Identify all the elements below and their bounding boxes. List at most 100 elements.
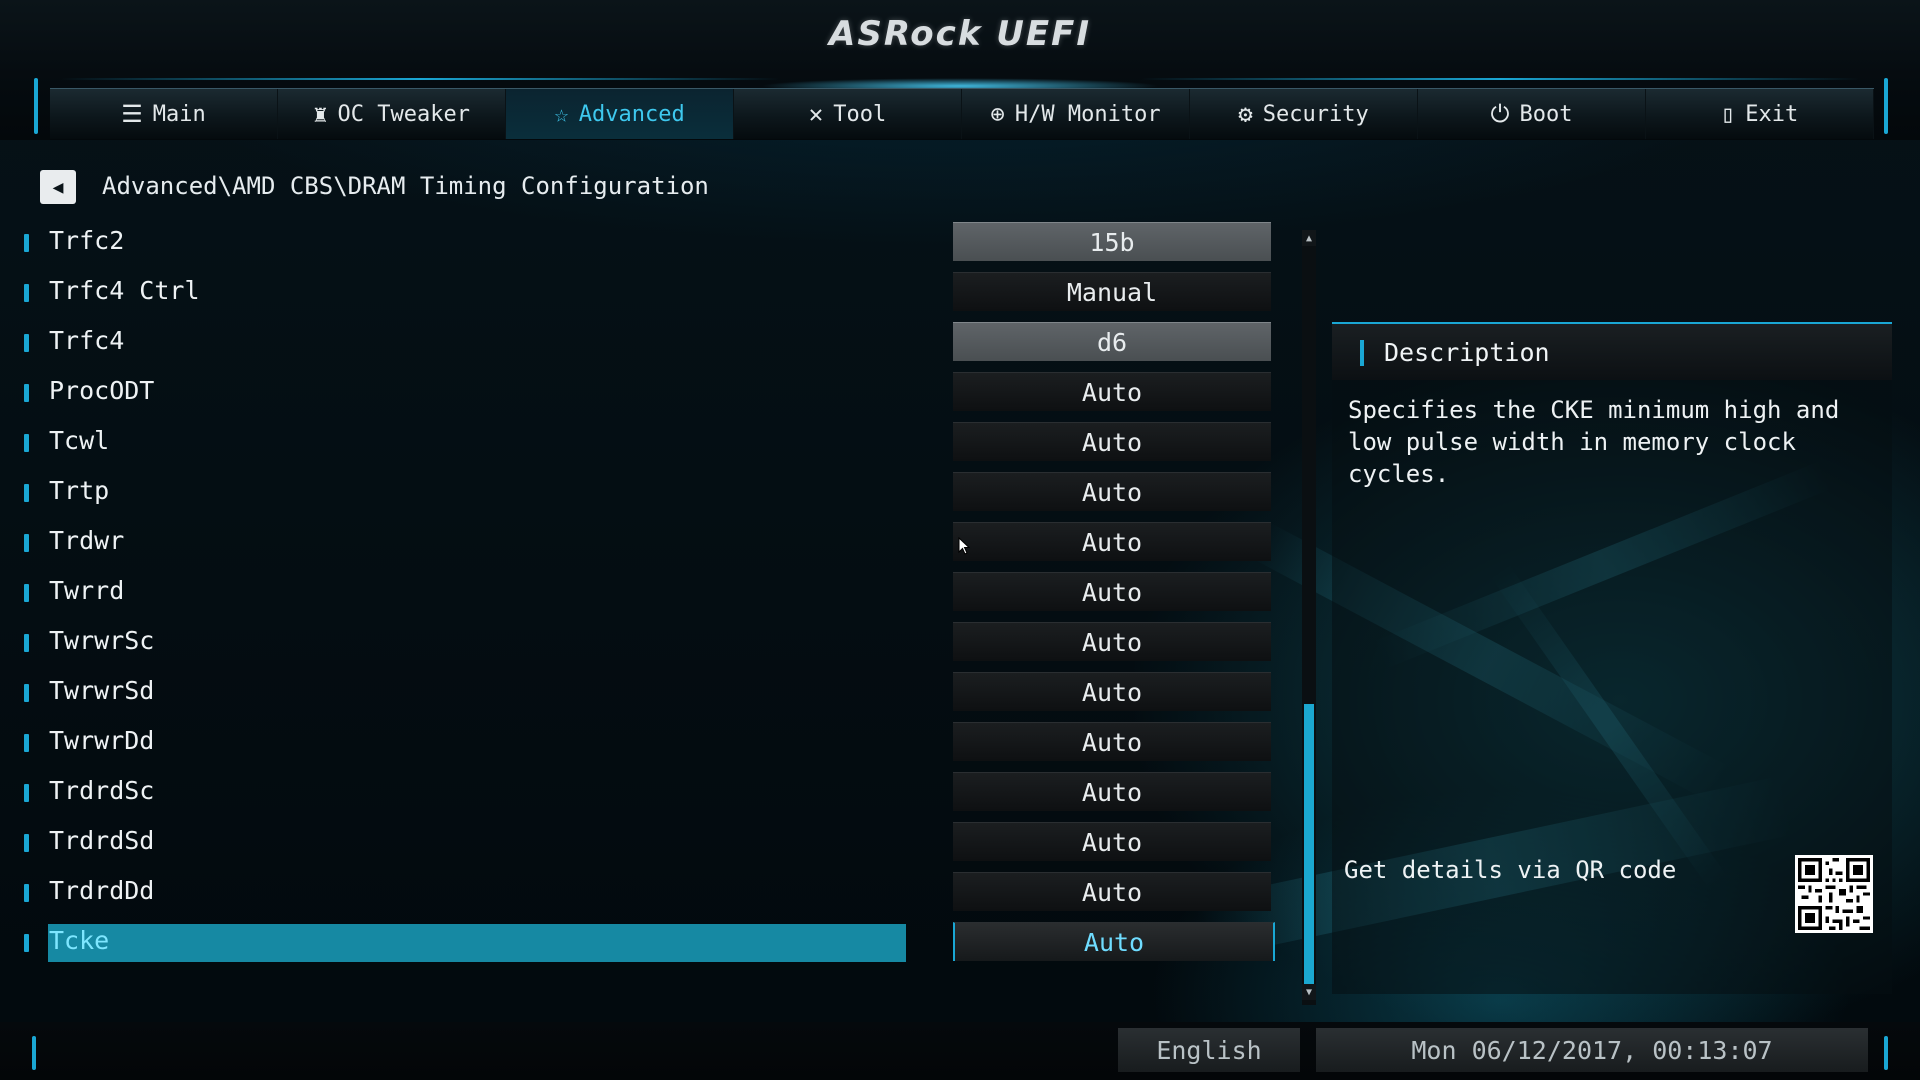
setting-value-dropdown[interactable]: Auto [953,472,1271,511]
scroll-down-arrow-icon[interactable]: ▼ [1302,984,1316,1000]
setting-row-tcke-selected[interactable]: Tcke Auto [0,922,1300,962]
row-marker [24,584,29,602]
asrock-uefi-logo: ASRock UEFI [829,14,1091,54]
footer-left-accent [32,1036,36,1070]
setting-value-dropdown[interactable]: Auto [953,922,1275,961]
setting-label: Tcwl [49,426,110,455]
setting-value-dropdown[interactable]: Auto [953,822,1271,861]
description-header: Description [1332,322,1892,380]
right-accent-bar [1884,78,1888,134]
setting-label: Trfc2 [49,226,125,255]
qr-code-icon [1795,855,1873,933]
setting-row-trfc4[interactable]: Trfc4 d6 [0,322,1300,362]
setting-label: TrdrdSd [49,826,155,855]
shield-icon: ⚙ [1238,100,1253,128]
tab-advanced[interactable]: ☆ Advanced [506,89,734,139]
setting-row-twrwrsc[interactable]: TwrwrSc Auto [0,622,1300,662]
tab-label: Security [1262,101,1369,127]
mouse-cursor-icon [958,537,970,555]
row-marker [24,784,29,802]
setting-row-twrwrsd[interactable]: TwrwrSd Auto [0,672,1300,712]
setting-value-dropdown[interactable]: Auto [953,722,1271,761]
setting-row-procodt[interactable]: ProcODT Auto [0,372,1300,412]
tab-label: OC Tweaker [337,101,470,127]
setting-value-dropdown[interactable]: Manual [953,272,1271,311]
setting-row-tcwl[interactable]: Tcwl Auto [0,422,1300,462]
setting-row-twrwrdd[interactable]: TwrwrDd Auto [0,722,1300,762]
row-marker [24,484,29,502]
row-marker [24,334,29,352]
row-marker [24,684,29,702]
wrench-icon: ✕ [808,100,824,128]
setting-row-twrrd[interactable]: Twrrd Auto [0,572,1300,612]
row-marker [24,234,29,252]
setting-label: Trtp [49,476,110,505]
setting-value-dropdown[interactable]: Auto [953,372,1271,411]
setting-label: TwrwrSc [49,626,155,655]
row-marker [24,884,29,902]
row-marker [24,734,29,752]
setting-label: Twrrd [49,576,125,605]
tab-oc-tweaker[interactable]: ♜ OC Tweaker [278,89,506,139]
star-icon: ☆ [554,100,569,128]
setting-label: TwrwrDd [49,726,155,755]
tab-security[interactable]: ⚙ Security [1190,89,1418,139]
setting-value-dropdown[interactable]: Auto [953,422,1271,461]
exit-door-icon: ▯ [1720,100,1736,128]
tab-hw-monitor[interactable]: ⊕ H/W Monitor [962,89,1190,139]
power-icon: ⏻ [1490,100,1510,128]
setting-label: ProcODT [49,376,155,405]
setting-row-trfc2[interactable]: Trfc2 15b [0,222,1300,262]
header-accent [1360,340,1364,366]
setting-value-dropdown[interactable]: Auto [953,872,1271,911]
arrow-left-icon: ◀ [52,176,64,198]
datetime-display: Mon 06/12/2017, 00:13:07 [1316,1028,1868,1072]
back-button[interactable]: ◀ [40,170,76,204]
description-title: Description [1384,338,1550,367]
tab-boot[interactable]: ⏻ Boot [1418,89,1646,139]
setting-label: Trdwr [49,526,125,555]
setting-value-field[interactable]: 15b [953,222,1271,261]
scroll-up-arrow-icon[interactable]: ▲ [1302,230,1316,246]
selection-highlight [48,924,906,962]
language-button[interactable]: English [1118,1028,1300,1072]
scrollbar-thumb[interactable] [1304,704,1314,988]
setting-row-trdrddd[interactable]: TrdrdDd Auto [0,872,1300,912]
footer-right-accent [1884,1036,1888,1070]
row-marker [24,284,29,302]
tab-exit[interactable]: ▯ Exit [1646,89,1874,139]
setting-label: Trfc4 Ctrl [49,276,200,305]
row-marker [24,534,29,552]
row-marker [24,434,29,452]
tab-tool[interactable]: ✕ Tool [734,89,962,139]
crosshair-icon: ⊕ [990,100,1005,128]
left-accent-bar [34,78,38,134]
tab-label: Boot [1519,101,1573,127]
tab-label: H/W Monitor [1014,101,1161,127]
row-marker [24,634,29,652]
qr-code-label: Get details via QR code [1344,856,1677,884]
setting-label: TwrwrSd [49,676,155,705]
setting-label: TrdrdDd [49,876,155,905]
tab-label: Exit [1745,101,1799,127]
setting-value-dropdown[interactable]: Auto [953,522,1271,561]
tab-label: Tool [833,101,887,127]
setting-row-trdrdsc[interactable]: TrdrdSc Auto [0,772,1300,812]
setting-label: Trfc4 [49,326,125,355]
setting-row-trdrdsd[interactable]: TrdrdSd Auto [0,822,1300,862]
setting-value-dropdown[interactable]: Auto [953,772,1271,811]
row-marker [24,384,29,402]
setting-value-dropdown[interactable]: Auto [953,672,1271,711]
main-tab-bar: ☰ Main ♜ OC Tweaker ☆ Advanced ✕ Tool ⊕ … [50,88,1874,139]
tab-main[interactable]: ☰ Main [50,89,278,139]
setting-value-dropdown[interactable]: Auto [953,572,1271,611]
setting-row-trfc4-ctrl[interactable]: Trfc4 Ctrl Manual [0,272,1300,312]
breadcrumb: Advanced\AMD CBS\DRAM Timing Configurati… [102,172,709,200]
setting-row-trdwr[interactable]: Trdwr Auto [0,522,1300,562]
rocket-icon: ♜ [313,100,328,128]
setting-value-field[interactable]: d6 [953,322,1271,361]
list-icon: ☰ [121,100,143,128]
setting-value-dropdown[interactable]: Auto [953,622,1271,661]
setting-row-trtp[interactable]: Trtp Auto [0,472,1300,512]
row-marker [24,934,29,952]
